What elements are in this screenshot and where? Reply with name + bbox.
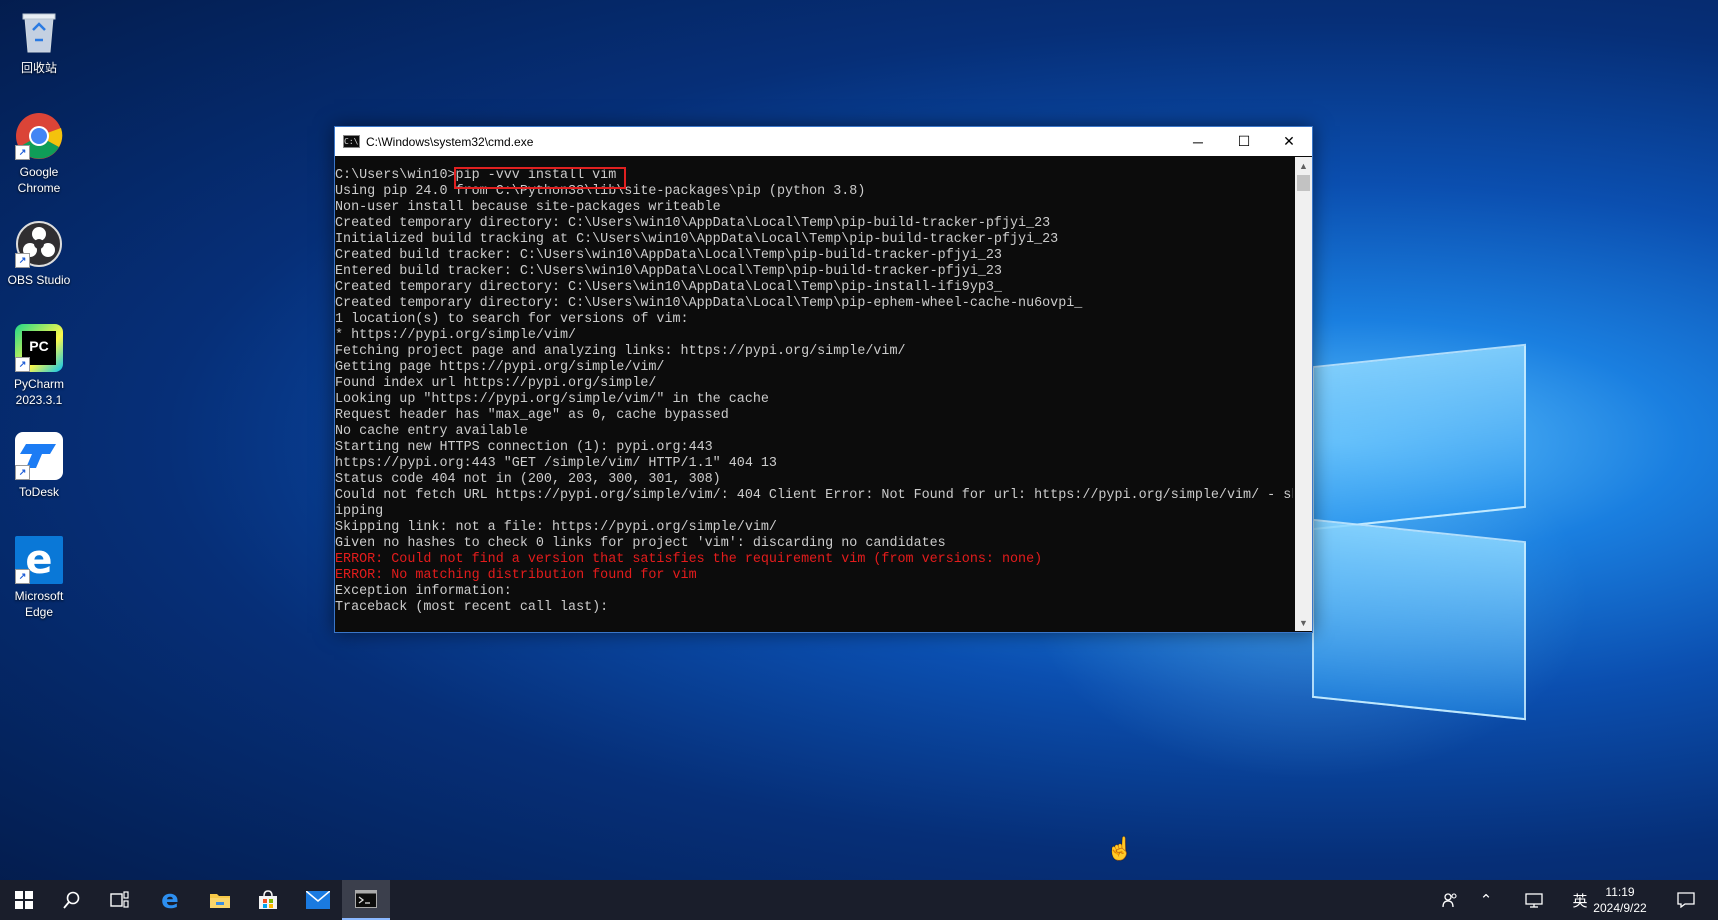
shortcut-arrow-icon: ↗ xyxy=(15,465,30,480)
console-line: Entered build tracker: C:\Users\win10\Ap… xyxy=(335,264,1002,279)
recycle-bin-icon xyxy=(15,8,63,56)
console-line: Could not fetch URL https://pypi.org/sim… xyxy=(335,488,1293,503)
desktop-icon-todesk[interactable]: ↗ ToDesk xyxy=(2,432,76,500)
console-line: 1 location(s) to search for versions of … xyxy=(335,312,689,327)
console-line: Fetching project page and analyzing link… xyxy=(335,344,906,359)
console-line: https://pypi.org:443 "GET /simple/vim/ H… xyxy=(335,456,777,471)
console-line: Looking up "https://pypi.org/simple/vim/… xyxy=(335,392,769,407)
console-line: ipping xyxy=(335,504,384,519)
console-line: Created temporary directory: C:\Users\wi… xyxy=(335,296,1083,311)
desktop-icon-pycharm[interactable]: PC ↗ PyCharm 2023.3.1 xyxy=(2,324,76,408)
minimize-button[interactable]: ─ xyxy=(1175,127,1221,156)
console-line: Exception information: xyxy=(335,584,512,599)
tray-people-button[interactable] xyxy=(1438,880,1462,920)
console-line: Starting new HTTPS connection (1): pypi.… xyxy=(335,440,713,455)
desktop-icon-label: Google Chrome xyxy=(17,165,61,195)
console-output[interactable]: C:\Users\win10>pip -vvv install vim Using… xyxy=(335,157,1293,642)
start-button[interactable] xyxy=(0,880,48,920)
shortcut-arrow-icon: ↗ xyxy=(15,145,30,160)
taskbar-store[interactable] xyxy=(244,880,292,920)
console-line: Status code 404 not in (200, 203, 300, 3… xyxy=(335,472,721,487)
search-button[interactable] xyxy=(48,880,96,920)
maximize-button[interactable]: ☐ xyxy=(1221,127,1267,156)
clock-time: 11:19 xyxy=(1605,885,1635,899)
task-view-icon xyxy=(110,891,129,908)
desktop-icon-label: Microsoft Edge xyxy=(14,589,64,619)
hand-cursor-icon: ☝ xyxy=(1106,836,1134,861)
store-icon xyxy=(259,890,277,909)
obs-icon: ↗ xyxy=(15,220,63,268)
people-icon xyxy=(1442,893,1457,908)
window-titlebar[interactable]: C:\ C:\Windows\system32\cmd.exe ─ ☐ ✕ xyxy=(335,127,1312,156)
taskbar-mail[interactable] xyxy=(294,880,342,920)
taskbar: e ⌃ 英 11:19 2024/9/22 xyxy=(0,880,1718,920)
pycharm-icon: PC ↗ xyxy=(15,324,63,372)
shortcut-arrow-icon: ↗ xyxy=(15,357,30,372)
console-line: Request header has "max_age" as 0, cache… xyxy=(335,408,729,423)
tray-clock[interactable]: 11:19 2024/9/22 xyxy=(1583,884,1657,916)
scrollbar-thumb[interactable] xyxy=(1297,175,1310,191)
folder-icon xyxy=(210,894,230,908)
notification-icon xyxy=(1677,892,1695,908)
todesk-icon: ↗ xyxy=(15,432,63,480)
mail-icon xyxy=(306,891,330,909)
desktop-icon-label: ToDesk xyxy=(18,485,59,499)
console-error-line: ERROR: No matching distribution found fo… xyxy=(335,568,697,583)
shortcut-arrow-icon: ↗ xyxy=(15,569,30,584)
window-title: C:\Windows\system32\cmd.exe xyxy=(366,134,534,149)
console-line: No cache entry available xyxy=(335,424,528,439)
shortcut-arrow-icon: ↗ xyxy=(15,253,30,268)
cmd-window[interactable]: C:\ C:\Windows\system32\cmd.exe ─ ☐ ✕ C:… xyxy=(334,126,1313,633)
desktop-icon-microsoft-edge[interactable]: e ↗ Microsoft Edge xyxy=(2,536,76,620)
console-line: * https://pypi.org/simple/vim/ xyxy=(335,328,577,343)
console-line: Given no hashes to check 0 links for pro… xyxy=(335,536,946,551)
desktop-icon-recycle-bin[interactable]: 回收站 xyxy=(2,8,76,76)
vertical-scrollbar[interactable]: ▲ ▼ xyxy=(1295,157,1312,631)
console-line: Initialized build tracking at C:\Users\w… xyxy=(335,232,1059,247)
scroll-up-arrow-icon[interactable]: ▲ xyxy=(1295,157,1312,174)
chrome-icon: ↗ xyxy=(15,112,63,160)
command-highlight-box xyxy=(454,167,626,189)
desktop-icon-label: PyCharm 2023.3.1 xyxy=(13,377,64,407)
cmd-icon: C:\ xyxy=(343,135,360,148)
tray-network[interactable] xyxy=(1520,880,1548,920)
scroll-down-arrow-icon[interactable]: ▼ xyxy=(1295,614,1312,631)
console-line: Getting page https://pypi.org/simple/vim… xyxy=(335,360,665,375)
taskbar-edge[interactable]: e xyxy=(146,880,194,920)
console-line: Created temporary directory: C:\Users\wi… xyxy=(335,280,1002,295)
taskbar-cmd[interactable] xyxy=(342,880,390,920)
wallpaper-light-pane xyxy=(1312,518,1526,721)
console-error-line: ERROR: Could not find a version that sat… xyxy=(335,552,1043,567)
console-line: Found index url https://pypi.org/simple/ xyxy=(335,376,657,391)
network-icon xyxy=(1525,893,1543,908)
tray-show-hidden-icons[interactable]: ⌃ xyxy=(1474,880,1498,920)
taskbar-file-explorer[interactable] xyxy=(196,880,244,920)
windows-icon xyxy=(15,891,33,909)
console-line: Created temporary directory: C:\Users\wi… xyxy=(335,216,1051,231)
chevron-up-icon: ⌃ xyxy=(1479,892,1493,909)
task-view-button[interactable] xyxy=(96,880,144,920)
action-center-button[interactable] xyxy=(1668,880,1704,920)
console-line: Traceback (most recent call last): xyxy=(335,600,609,615)
cmd-icon xyxy=(355,890,377,908)
clock-date: 2024/9/22 xyxy=(1593,901,1647,915)
console-line: Created build tracker: C:\Users\win10\Ap… xyxy=(335,248,1002,263)
desktop-icon-label: OBS Studio xyxy=(7,273,71,287)
console-line: Non-user install because site-packages w… xyxy=(335,200,721,215)
edge-icon: e xyxy=(161,885,179,915)
console-line: Skipping link: not a file: https://pypi.… xyxy=(335,520,777,535)
edge-icon: e ↗ xyxy=(15,536,63,584)
search-icon xyxy=(63,891,80,909)
wallpaper-light-pane xyxy=(1312,343,1526,531)
desktop-icon-label: 回收站 xyxy=(20,61,57,75)
desktop-icon-obs-studio[interactable]: ↗ OBS Studio xyxy=(2,220,76,288)
close-button[interactable]: ✕ xyxy=(1266,127,1312,156)
desktop-icon-google-chrome[interactable]: ↗ Google Chrome xyxy=(2,112,76,196)
